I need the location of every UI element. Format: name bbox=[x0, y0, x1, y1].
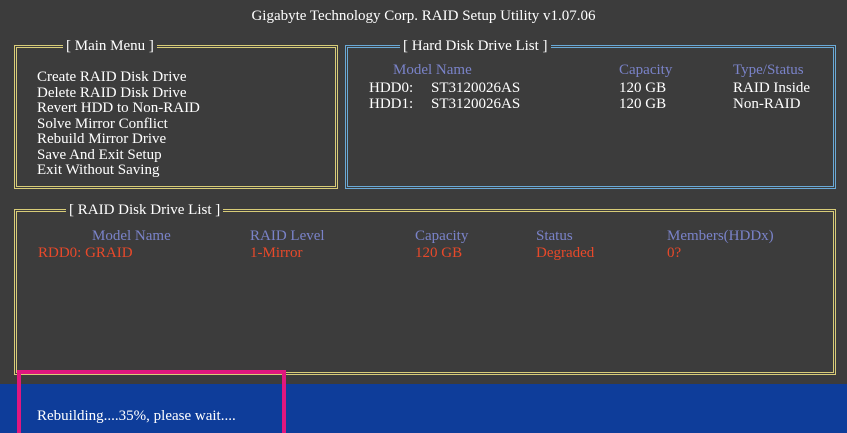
raid-level: 1-Mirror bbox=[250, 245, 303, 261]
highlight-annotation-box bbox=[17, 370, 286, 433]
raid-model: RDD0: GRAID bbox=[38, 245, 133, 261]
menu-item-save-exit[interactable]: Save And Exit Setup bbox=[37, 147, 200, 164]
raid-col-model: Model Name bbox=[92, 228, 171, 244]
hdd-id: HDD1: bbox=[369, 96, 414, 112]
raid-col-status: Status bbox=[536, 228, 573, 244]
hdd-capacity: 120 GB bbox=[619, 80, 667, 96]
raid-col-capacity: Capacity bbox=[415, 228, 469, 244]
hdd-list-heading: [ Hard Disk Drive List ] bbox=[400, 37, 551, 55]
raid-setup-screen: Gigabyte Technology Corp. RAID Setup Uti… bbox=[0, 0, 847, 433]
hdd-capacity: 120 GB bbox=[619, 96, 667, 112]
main-menu-list: Create RAID Disk Drive Delete RAID Disk … bbox=[37, 69, 200, 179]
raid-capacity: 120 GB bbox=[415, 245, 463, 261]
hdd-list-panel: [ Hard Disk Drive List ] Model Name Capa… bbox=[345, 37, 836, 189]
raid-col-level: RAID Level bbox=[250, 228, 325, 244]
raid-list-panel: [ RAID Disk Drive List ] Model Name RAID… bbox=[14, 201, 836, 375]
menu-item-create-raid[interactable]: Create RAID Disk Drive bbox=[37, 69, 200, 86]
menu-item-exit-no-save[interactable]: Exit Without Saving bbox=[37, 162, 200, 179]
hdd-col-status: Type/Status bbox=[733, 62, 804, 78]
menu-item-revert-hdd[interactable]: Revert HDD to Non-RAID bbox=[37, 100, 200, 117]
main-menu-heading: [ Main Menu ] bbox=[63, 37, 157, 55]
hdd-model: ST3120026AS bbox=[431, 80, 521, 96]
raid-col-members: Members(HDDx) bbox=[667, 228, 774, 244]
menu-item-rebuild-mirror[interactable]: Rebuild Mirror Drive bbox=[37, 131, 200, 148]
raid-status: Degraded bbox=[536, 245, 595, 261]
menu-item-solve-conflict[interactable]: Solve Mirror Conflict bbox=[37, 116, 200, 133]
main-menu-panel: [ Main Menu ] Create RAID Disk Drive Del… bbox=[14, 37, 338, 189]
hdd-status: Non-RAID bbox=[733, 96, 801, 112]
window-title: Gigabyte Technology Corp. RAID Setup Uti… bbox=[251, 8, 596, 24]
menu-item-delete-raid[interactable]: Delete RAID Disk Drive bbox=[37, 85, 200, 102]
raid-members: 0? bbox=[667, 245, 682, 261]
raid-list-heading: [ RAID Disk Drive List ] bbox=[66, 201, 224, 219]
hdd-id: HDD0: bbox=[369, 80, 414, 96]
hdd-col-capacity: Capacity bbox=[619, 62, 673, 78]
hdd-model: ST3120026AS bbox=[431, 96, 521, 112]
hdd-col-model: Model Name bbox=[393, 62, 472, 78]
hdd-status: RAID Inside bbox=[733, 80, 811, 96]
